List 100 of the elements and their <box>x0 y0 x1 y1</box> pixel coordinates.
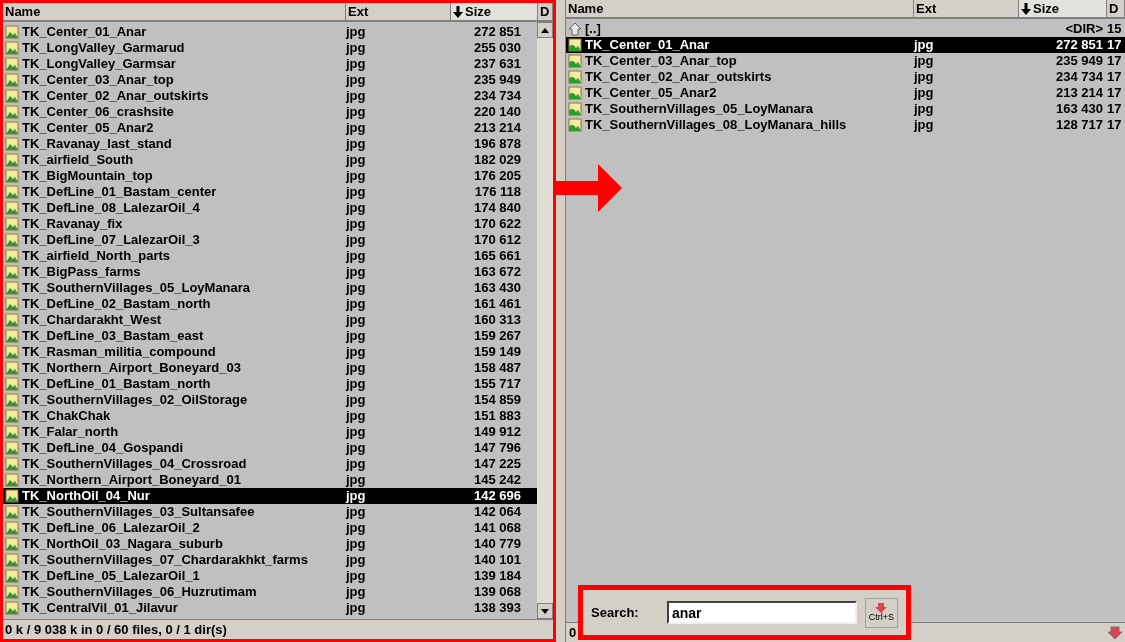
file-row[interactable]: TK_Chardarakht_West jpg 160 313 <box>3 312 537 328</box>
image-file-icon <box>5 521 19 535</box>
file-row[interactable]: TK_DefLine_07_LalezarOil_3 jpg 170 612 <box>3 232 537 248</box>
scroll-up-icon[interactable] <box>537 22 553 38</box>
file-row[interactable]: TK_DefLine_06_LalezarOil_2 jpg 141 068 <box>3 520 537 536</box>
file-date: 17 <box>1106 100 1122 119</box>
file-row[interactable]: TK_Center_03_Anar_top jpg 235 949 17 <box>566 53 1125 69</box>
column-header[interactable]: Size <box>451 3 538 20</box>
file-size: 213 214 <box>1055 84 1103 103</box>
file-row[interactable]: TK_NorthOil_04_Nur jpg 142 696 <box>3 488 537 504</box>
up-folder-icon <box>568 22 582 36</box>
file-ext: jpg <box>346 39 367 58</box>
file-row[interactable]: TK_Ravanay_fix jpg 170 622 <box>3 216 537 232</box>
file-row[interactable]: TK_NorthOil_03_Nagara_suburb jpg 140 779 <box>3 536 537 552</box>
file-row[interactable]: TK_ChakChak jpg 151 883 <box>3 408 537 424</box>
file-row[interactable]: TK_BigMountain_top jpg 176 205 <box>3 168 537 184</box>
file-row[interactable]: TK_LongValley_Garmsar jpg 237 631 <box>3 56 537 72</box>
file-ext: jpg <box>346 567 367 586</box>
file-size: 139 184 <box>473 567 521 586</box>
file-size: 140 779 <box>473 535 521 554</box>
file-ext: jpg <box>346 55 367 74</box>
file-ext: jpg <box>914 52 935 71</box>
file-size: 213 214 <box>473 119 521 138</box>
image-file-icon <box>568 54 582 68</box>
search-field[interactable]: anar <box>666 601 857 624</box>
file-size: 234 734 <box>1055 68 1103 87</box>
file-row[interactable]: TK_SouthernVillages_04_Crossroad jpg 147 225 <box>3 456 537 472</box>
file-size: 128 717 <box>1055 116 1103 135</box>
file-row[interactable]: TK_Center_05_Anar2 jpg 213 214 <box>3 120 537 136</box>
image-file-icon <box>5 281 19 295</box>
file-row[interactable]: TK_DefLine_01_Bastam_center jpg 176 118 <box>3 184 537 200</box>
file-row[interactable]: TK_Center_02_Anar_outskirts jpg 234 734 17 <box>566 69 1125 85</box>
scrollbar[interactable] <box>537 22 553 619</box>
file-size: 176 118 <box>473 183 521 202</box>
image-file-icon <box>5 201 19 215</box>
file-name: TK_BigMountain_top <box>22 167 153 186</box>
file-name: TK_DefLine_06_LalezarOil_2 <box>22 519 200 538</box>
file-row[interactable]: TK_Center_05_Anar2 jpg 213 214 17 <box>566 85 1125 101</box>
image-file-icon <box>5 377 19 391</box>
file-size: 255 030 <box>473 39 521 58</box>
file-row[interactable]: TK_SouthernVillages_05_LoyManara jpg 163 430 <box>3 280 537 296</box>
file-ext: jpg <box>346 535 367 554</box>
file-row[interactable]: TK_CentralVil_01_Jilavur jpg 138 393 <box>3 600 537 616</box>
search-shortcut-button[interactable]: Ctrl+S <box>864 597 898 628</box>
file-ext: jpg <box>914 68 935 87</box>
file-row[interactable]: TK_DefLine_02_Bastam_north jpg 161 461 <box>3 296 537 312</box>
sort-arrow-icon <box>453 5 463 18</box>
file-row[interactable]: TK_Center_06_crashsite jpg 220 140 <box>3 104 537 120</box>
file-row[interactable]: TK_SouthernVillages_03_Sultansafee jpg 142 064 <box>3 504 537 520</box>
file-name: TK_DefLine_05_LalezarOil_1 <box>22 567 200 586</box>
file-ext: jpg <box>346 151 367 170</box>
file-row[interactable]: [..] <DIR> 15 <box>566 21 1125 37</box>
file-size: 159 149 <box>473 343 521 362</box>
file-size: 165 661 <box>473 247 521 266</box>
file-row[interactable]: TK_Ravanay_last_stand jpg 196 878 <box>3 136 537 152</box>
file-row[interactable]: TK_Northern_Airport_Boneyard_01 jpg 145 242 <box>3 472 537 488</box>
image-file-icon <box>5 473 19 487</box>
file-name: TK_LongValley_Garmsar <box>22 55 176 74</box>
image-file-icon <box>5 41 19 55</box>
file-name: TK_SouthernVillages_06_Huzrutimam <box>22 583 257 602</box>
file-row[interactable]: TK_Center_03_Anar_top jpg 235 949 <box>3 72 537 88</box>
file-size: 176 205 <box>473 167 521 186</box>
file-ext: jpg <box>346 471 367 490</box>
file-row[interactable]: TK_Rasman_militia_compound jpg 159 149 <box>3 344 537 360</box>
file-row[interactable]: TK_Northern_Airport_Boneyard_03 jpg 158 487 <box>3 360 537 376</box>
file-row[interactable]: TK_SouthernVillages_06_Huzrutimam jpg 139 068 <box>3 584 537 600</box>
file-row[interactable]: TK_DefLine_08_LalezarOil_4 jpg 174 840 <box>3 200 537 216</box>
file-row[interactable]: TK_DefLine_04_Gospandi jpg 147 796 <box>3 440 537 456</box>
column-header[interactable]: D <box>1107 0 1125 17</box>
file-row[interactable]: TK_SouthernVillages_02_OilStorage jpg 154 859 <box>3 392 537 408</box>
scroll-down-icon[interactable] <box>537 603 553 619</box>
file-size: 141 068 <box>473 519 521 538</box>
file-size: 142 064 <box>473 503 521 522</box>
image-file-icon <box>5 601 19 615</box>
file-row[interactable]: TK_airfield_North_parts jpg 165 661 <box>3 248 537 264</box>
column-header[interactable]: Name <box>566 0 914 17</box>
file-row[interactable]: TK_BigPass_farms jpg 163 672 <box>3 264 537 280</box>
file-name: TK_Center_03_Anar_top <box>22 71 174 90</box>
file-ext: jpg <box>346 199 367 218</box>
file-row[interactable]: TK_SouthernVillages_05_LoyManara jpg 163 430 17 <box>566 101 1125 117</box>
arrow-down-icon[interactable] <box>1108 625 1122 640</box>
image-file-icon <box>5 585 19 599</box>
file-row[interactable]: TK_DefLine_05_LalezarOil_1 jpg 139 184 <box>3 568 537 584</box>
file-row[interactable]: TK_SouthernVillages_08_LoyManara_hills jpg 128 717 17 <box>566 117 1125 133</box>
file-name: TK_Center_01_Anar <box>22 23 147 42</box>
file-row[interactable]: TK_Falar_north jpg 149 912 <box>3 424 537 440</box>
file-row[interactable]: TK_Center_02_Anar_outskirts jpg 234 734 <box>3 88 537 104</box>
file-ext: jpg <box>346 183 367 202</box>
file-row[interactable]: TK_DefLine_01_Bastam_north jpg 155 717 <box>3 376 537 392</box>
file-ext: jpg <box>346 103 367 122</box>
file-row[interactable]: TK_LongValley_Garmarud jpg 255 030 <box>3 40 537 56</box>
column-header[interactable]: Name <box>3 3 346 20</box>
file-row[interactable]: TK_Center_01_Anar jpg 272 851 <box>3 24 537 40</box>
column-header[interactable]: D <box>538 3 553 20</box>
file-row[interactable]: TK_airfield_South jpg 182 029 <box>3 152 537 168</box>
column-header[interactable]: Size <box>1019 0 1107 17</box>
file-row[interactable]: TK_Center_01_Anar jpg 272 851 17 <box>566 37 1125 53</box>
file-row[interactable]: TK_DefLine_03_Bastam_east jpg 159 267 <box>3 328 537 344</box>
image-file-icon <box>568 86 582 100</box>
file-row[interactable]: TK_SouthernVillages_07_Chardarakhkt_farms jpg 140 101 <box>3 552 537 568</box>
